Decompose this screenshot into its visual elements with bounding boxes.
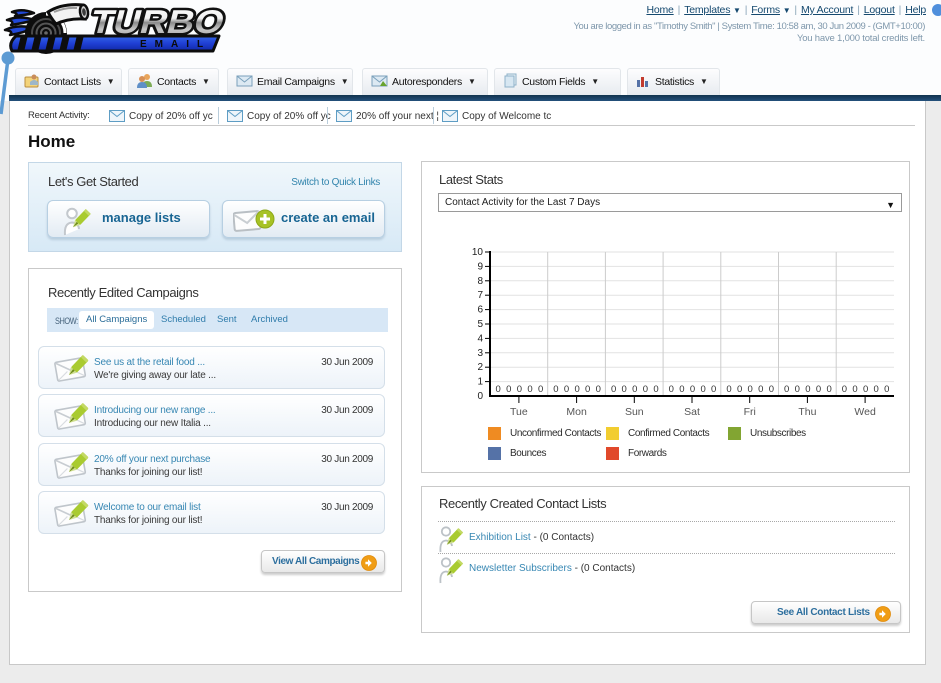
svg-text:0: 0 [795,384,800,395]
svg-text:0: 0 [700,384,705,395]
svg-text:0: 0 [564,384,569,395]
svg-text:0: 0 [538,384,543,395]
svg-text:Sun: Sun [625,406,644,418]
svg-text:0: 0 [826,384,831,395]
svg-text:0: 0 [863,384,868,395]
svg-text:Fri: Fri [744,406,756,418]
svg-text:5: 5 [477,319,483,330]
svg-text:10: 10 [472,247,484,258]
svg-text:Sat: Sat [684,406,700,418]
svg-text:Thu: Thu [798,406,816,418]
svg-text:0: 0 [527,384,532,395]
svg-text:0: 0 [690,384,695,395]
svg-text:Mon: Mon [566,406,587,418]
svg-text:0: 0 [477,391,483,402]
svg-text:7: 7 [477,290,483,301]
svg-text:0: 0 [842,384,847,395]
svg-text:2: 2 [477,362,483,373]
svg-text:0: 0 [596,384,601,395]
svg-text:EMAIL: EMAIL [140,39,211,50]
svg-text:0: 0 [506,384,511,395]
svg-text:6: 6 [477,305,483,316]
svg-text:0: 0 [553,384,558,395]
svg-text:0: 0 [737,384,742,395]
svg-text:0: 0 [643,384,648,395]
svg-text:0: 0 [585,384,590,395]
svg-text:0: 0 [748,384,753,395]
svg-text:0: 0 [805,384,810,395]
svg-text:0: 0 [784,384,789,395]
svg-text:0: 0 [611,384,616,395]
svg-text:Tue: Tue [510,406,528,418]
svg-text:0: 0 [711,384,716,395]
svg-text:0: 0 [884,384,889,395]
svg-text:0: 0 [622,384,627,395]
svg-text:4: 4 [477,333,483,344]
svg-text:0: 0 [496,384,501,395]
svg-text:0: 0 [632,384,637,395]
svg-text:0: 0 [726,384,731,395]
svg-text:0: 0 [679,384,684,395]
svg-text:1: 1 [477,377,483,388]
svg-text:3: 3 [477,348,483,359]
svg-text:Wed: Wed [854,406,876,418]
svg-text:0: 0 [769,384,774,395]
svg-text:0: 0 [852,384,857,395]
svg-text:0: 0 [816,384,821,395]
svg-text:8: 8 [477,276,483,287]
svg-text:9: 9 [477,261,483,272]
svg-text:0: 0 [653,384,658,395]
svg-text:0: 0 [758,384,763,395]
svg-text:0: 0 [517,384,522,395]
svg-text:0: 0 [874,384,879,395]
svg-text:0: 0 [574,384,579,395]
svg-text:0: 0 [669,384,674,395]
